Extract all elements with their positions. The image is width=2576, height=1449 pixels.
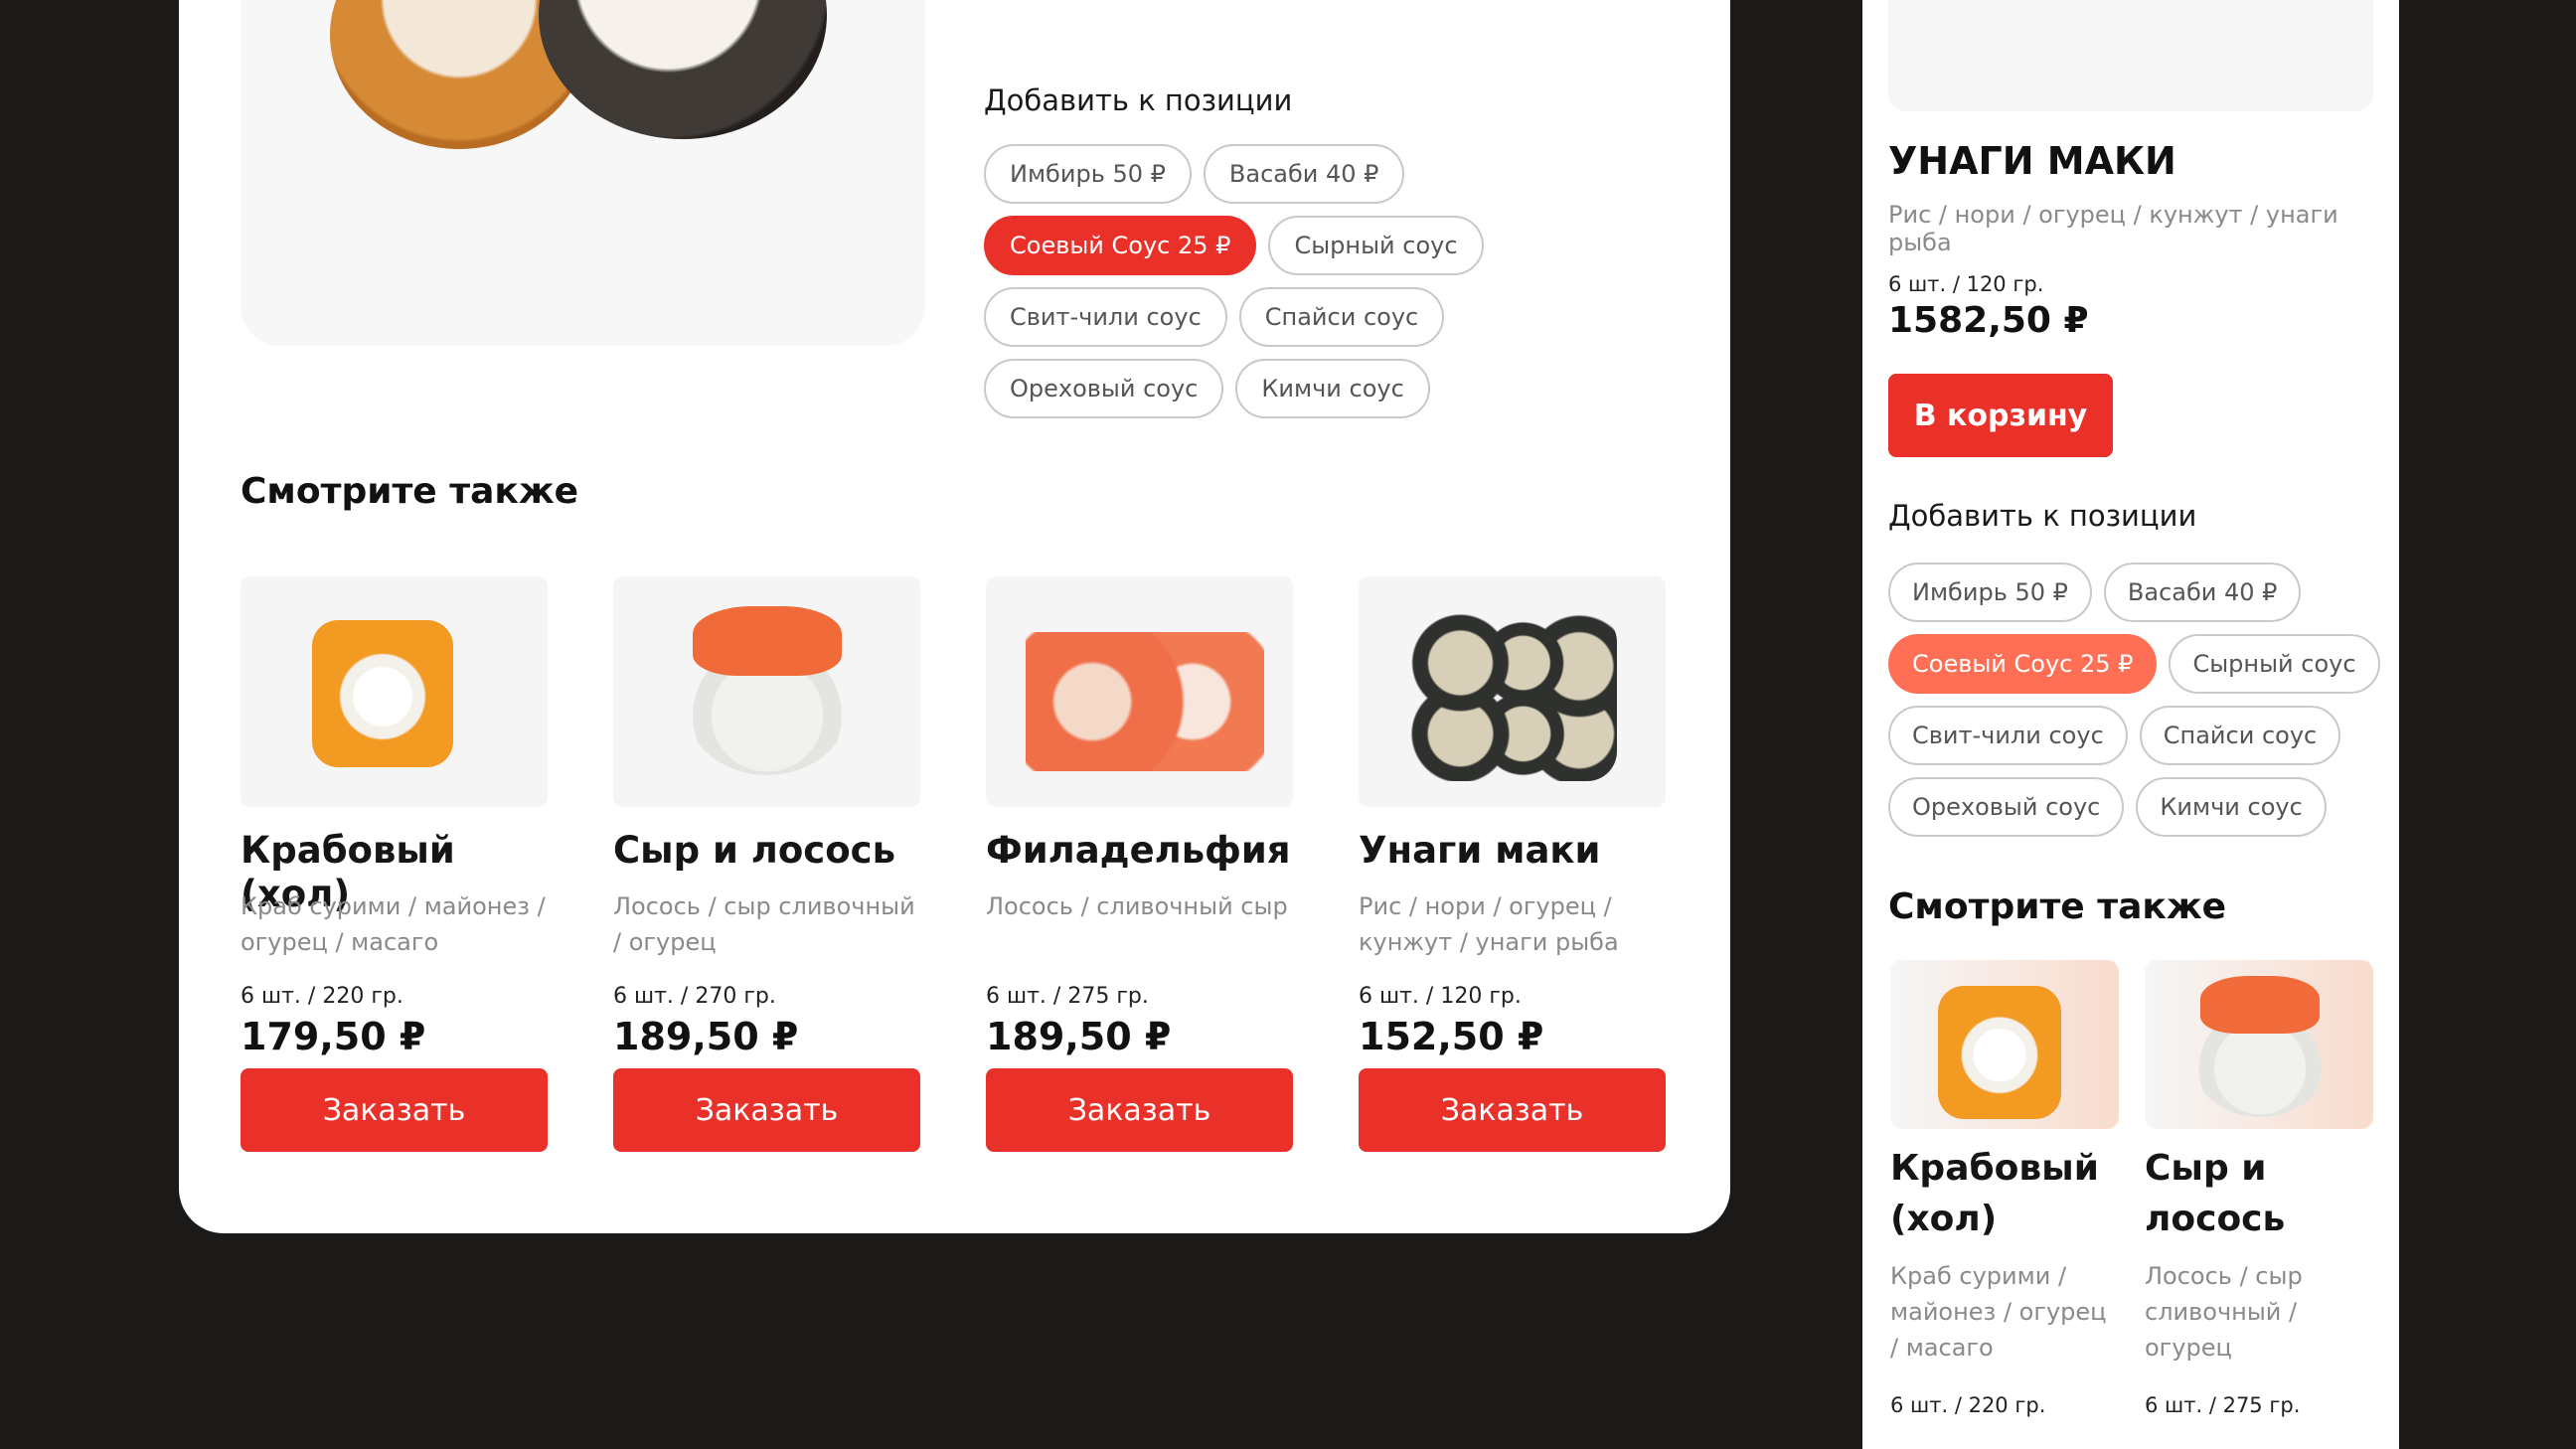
product-price: 152,50 ₽	[1359, 1015, 1544, 1058]
sushi-roll-image	[539, 0, 827, 139]
addon-chip-sweet-chili[interactable]: Свит-чили соус	[1888, 706, 2128, 765]
addon-chip-nut-sauce[interactable]: Ореховый соус	[984, 359, 1224, 418]
product-price: 189,50 ₽	[986, 1015, 1172, 1058]
product-name[interactable]: Крабовый (хол)	[1890, 1143, 2119, 1244]
order-button[interactable]: Заказать	[986, 1068, 1293, 1152]
product-description: Краб сурими / майонез / огурец / масаго	[1890, 1262, 2107, 1362]
product-card: Крабовый (хол) Краб сурими / майонез / о…	[241, 576, 548, 1152]
addon-chip-cheese-sauce[interactable]: Сырный соус	[1268, 216, 1484, 275]
see-also-title: Смотрите также	[1888, 886, 2227, 927]
addon-chip-spicy[interactable]: Спайси соус	[1238, 287, 1445, 347]
product-weight: 6 шт. / 120 гр.	[1888, 272, 2044, 296]
salmon-cheese-roll-image	[683, 606, 852, 775]
product-image	[241, 0, 925, 346]
product-price: 179,50 ₽	[241, 1015, 426, 1058]
addons-title: Добавить к позиции	[1888, 499, 2197, 533]
addon-chip-wasabi[interactable]: Васаби 40 ₽	[2103, 563, 2302, 622]
product-card: Сыр и лосось Лосось / сыр сливочный / ог…	[613, 576, 920, 1152]
product-weight: 6 шт. / 270 гр.	[613, 984, 776, 1009]
product-name[interactable]: Сыр и лосось	[613, 829, 920, 877]
product-name[interactable]: Крабовый (хол)	[241, 829, 548, 915]
product-card-desktop: Добавить к позиции Имбирь 50 ₽ Васаби 40…	[179, 0, 1730, 1233]
product-name[interactable]: Унаги маки	[1359, 829, 1666, 877]
product-thumbnail[interactable]	[241, 576, 548, 807]
addons-title: Добавить к позиции	[984, 83, 1293, 117]
product-card-mobile: УНАГИ МАКИ Рис / нори / огурец / кунжут …	[1862, 0, 2399, 1449]
addon-chip-kimchi[interactable]: Кимчи соус	[1235, 359, 1430, 418]
product-card: Крабовый (хол) Краб сурими / майонез / о…	[1890, 960, 2119, 1417]
product-name[interactable]: Сыр и лосось	[2145, 1143, 2373, 1244]
order-button[interactable]: Заказать	[1359, 1068, 1666, 1152]
addon-chip-soy-sauce[interactable]: Соевый Соус 25 ₽	[984, 216, 1257, 275]
product-thumbnail[interactable]	[613, 576, 920, 807]
see-also-grid: Крабовый (хол) Краб сурими / майонез / о…	[241, 576, 1666, 1152]
product-card: Унаги маки Рис / нори / огурец / кунжут …	[1359, 576, 1666, 1152]
product-thumbnail[interactable]	[2145, 960, 2373, 1129]
product-weight: 6 шт. / 220 гр.	[1890, 1393, 2046, 1417]
add-to-cart-button[interactable]: В корзину	[1888, 374, 2113, 457]
product-thumbnail[interactable]	[1890, 960, 2119, 1129]
product-weight: 6 шт. / 275 гр.	[2145, 1393, 2301, 1417]
crab-roll-image	[312, 620, 453, 767]
product-description: Рис / нори / огурец / кунжут / унаги рыб…	[1888, 201, 2338, 256]
addons-list: Имбирь 50 ₽ Васаби 40 ₽ Соевый Соус 25 ₽…	[1888, 563, 2385, 837]
addon-chip-kimchi[interactable]: Кимчи соус	[2136, 777, 2327, 837]
unagi-maki-image	[1408, 612, 1617, 781]
product-thumbnail[interactable]	[1359, 576, 1666, 807]
product-price: 1582,50 ₽	[1888, 300, 2089, 341]
addons-list: Имбирь 50 ₽ Васаби 40 ₽ Соевый Соус 25 ₽…	[984, 144, 1680, 418]
addon-chip-ginger[interactable]: Имбирь 50 ₽	[984, 144, 1192, 204]
order-button[interactable]: Заказать	[613, 1068, 920, 1152]
product-card: Сыр и лосось Лосось / сыр сливочный / ог…	[2145, 960, 2373, 1417]
product-description: Краб сурими / майонез / огурец / масаго	[241, 892, 546, 956]
addon-chip-nut-sauce[interactable]: Ореховый соус	[1888, 777, 2125, 837]
philadelphia-roll-image	[1026, 632, 1264, 771]
product-description: Рис / нори / огурец / кунжут / унаги рыб…	[1359, 892, 1619, 956]
addon-chip-sweet-chili[interactable]: Свит-чили соус	[984, 287, 1227, 347]
salmon-cheese-roll-image	[2190, 976, 2330, 1117]
order-button[interactable]: Заказать	[241, 1068, 548, 1152]
addon-chip-spicy[interactable]: Спайси соус	[2139, 706, 2341, 765]
product-thumbnail[interactable]	[986, 576, 1293, 807]
product-card: Филадельфия Лосось / сливочный сыр 6 шт.…	[986, 576, 1293, 1152]
addon-chip-wasabi[interactable]: Васаби 40 ₽	[1203, 144, 1405, 204]
product-description: Лосось / сливочный сыр	[986, 892, 1288, 920]
addon-chip-soy-sauce[interactable]: Соевый Соус 25 ₽	[1888, 634, 2158, 694]
addon-chip-ginger[interactable]: Имбирь 50 ₽	[1888, 563, 2092, 622]
crab-roll-image	[1938, 986, 2061, 1119]
product-name[interactable]: Филадельфия	[986, 829, 1293, 877]
product-price: 189,50 ₽	[613, 1015, 799, 1058]
product-image	[1888, 0, 2373, 111]
see-also-title: Смотрите также	[241, 471, 579, 512]
product-weight: 6 шт. / 220 гр.	[241, 984, 403, 1009]
product-description: Лосось / сыр сливочный / огурец	[613, 892, 915, 956]
product-weight: 6 шт. / 275 гр.	[986, 984, 1149, 1009]
product-weight: 6 шт. / 120 гр.	[1359, 984, 1522, 1009]
product-description: Лосось / сыр сливочный / огурец	[2145, 1262, 2303, 1362]
product-title: УНАГИ МАКИ	[1888, 139, 2176, 183]
addon-chip-cheese-sauce[interactable]: Сырный соус	[2169, 634, 2380, 694]
